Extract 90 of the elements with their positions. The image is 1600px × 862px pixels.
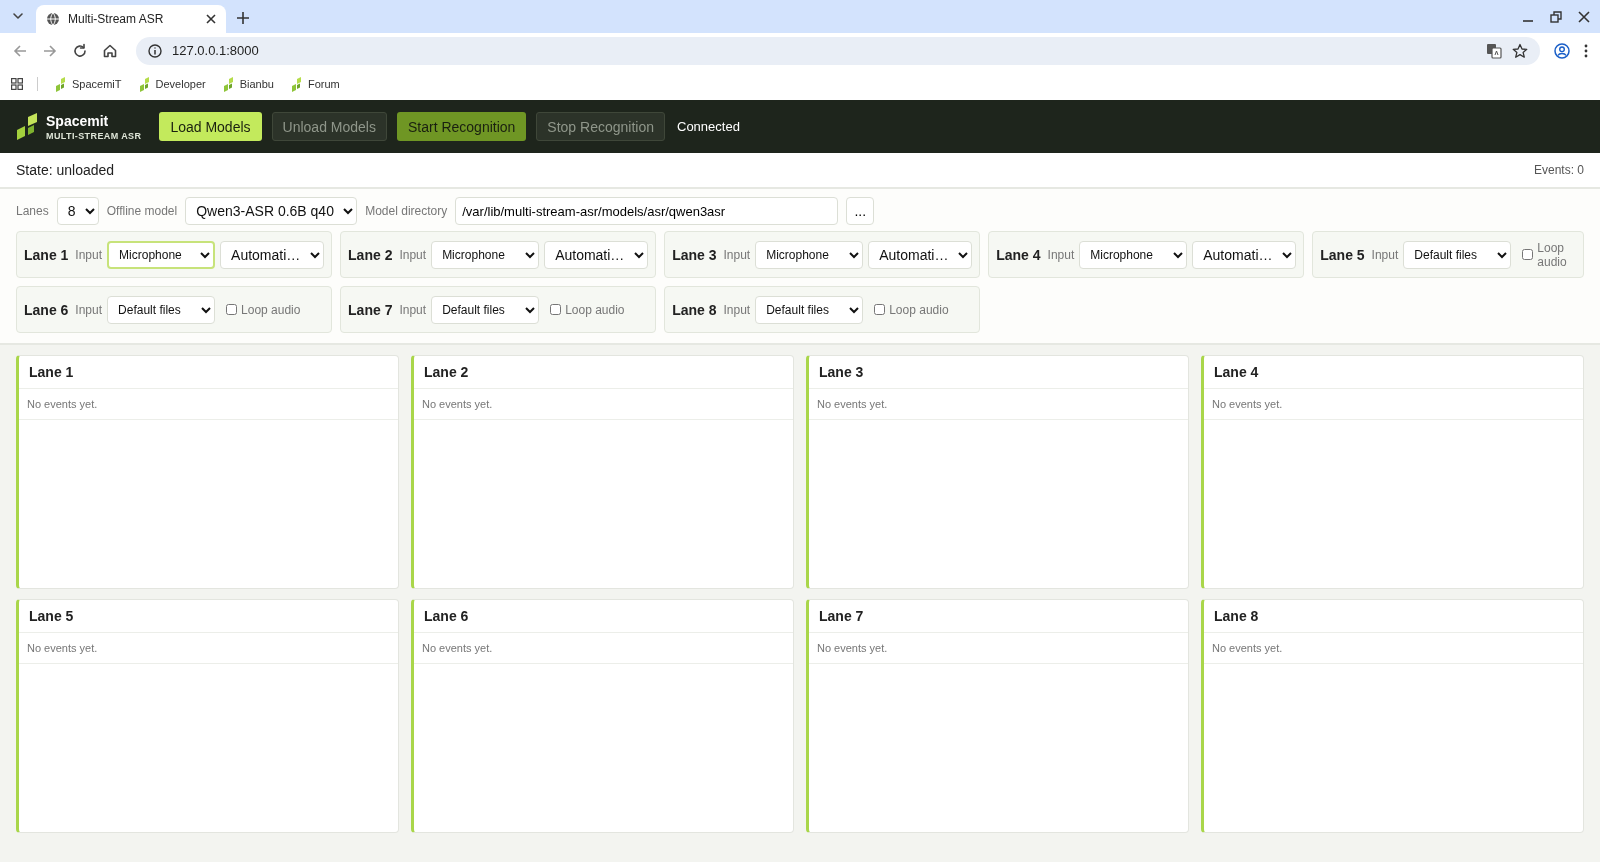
- field-label: Input: [1047, 247, 1075, 262]
- checkbox-label: Loop audio: [1537, 240, 1568, 269]
- header-button[interactable]: Start Recognition: [396, 112, 527, 141]
- loop-checkbox[interactable]: [874, 304, 886, 315]
- reload-icon[interactable]: [72, 42, 88, 59]
- state-text: State: unloaded: [16, 162, 115, 178]
- info-icon[interactable]: [148, 43, 162, 58]
- input-select[interactable]: Microphone: [1079, 240, 1188, 269]
- input-select[interactable]: Default files: [1403, 240, 1512, 269]
- empty-message: No events yet.: [809, 633, 1188, 664]
- globe-icon: [46, 12, 60, 26]
- lane-title: Lane 5: [19, 600, 398, 633]
- translate-icon[interactable]: [1486, 42, 1502, 59]
- new-tab-icon[interactable]: [236, 11, 250, 25]
- loop-checkbox[interactable]: [1522, 249, 1534, 260]
- empty-message: No events yet.: [809, 389, 1188, 420]
- input-select[interactable]: Default files: [107, 295, 216, 324]
- address-field[interactable]: 127.0.0.1:8000: [136, 36, 1540, 65]
- lane-name: Lane 3: [672, 246, 717, 263]
- field-label: Input: [723, 247, 751, 262]
- field-label: Input: [399, 302, 427, 317]
- star-icon[interactable]: [1512, 42, 1528, 59]
- lane-name: Lane 1: [24, 246, 69, 263]
- input-select[interactable]: Microphone: [107, 240, 216, 269]
- bookmark[interactable]: SpacemiT: [52, 76, 122, 92]
- lane-name: Lane 5: [1320, 246, 1365, 263]
- url-text: 127.0.0.1:8000: [172, 43, 259, 58]
- lane-name: Lane 6: [24, 301, 69, 318]
- brand-name: Spacemit: [46, 112, 110, 129]
- lane-title: Lane 3: [809, 356, 1188, 389]
- empty-message: No events yet.: [1204, 633, 1583, 664]
- field-label: Input: [75, 302, 103, 317]
- field-label: Input: [399, 247, 427, 262]
- checkbox-label: Loop audio: [889, 302, 949, 317]
- lane-title: Lane 6: [414, 600, 793, 633]
- field-label: Input: [723, 302, 751, 317]
- lane-title: Lane 2: [414, 356, 793, 389]
- tab-title: Multi-Stream ASR: [68, 12, 165, 26]
- home-icon[interactable]: [102, 42, 118, 59]
- bookmark[interactable]: Bianbu: [219, 76, 274, 92]
- brand-subtitle: MULTI-STREAM ASR: [46, 130, 142, 141]
- forward-icon[interactable]: [42, 42, 58, 59]
- directory-field[interactable]: /var/lib/multi-stream-asr/models/asr/qwen3asr: [455, 197, 839, 225]
- lane-name: Lane 7: [348, 301, 393, 318]
- back-icon[interactable]: [12, 42, 28, 59]
- apps-grid-icon[interactable]: [11, 78, 23, 90]
- lane-title: Lane 8: [1204, 600, 1583, 633]
- input-select[interactable]: Default files: [431, 295, 540, 324]
- lane-title: Lane 7: [809, 600, 1188, 633]
- bookmark[interactable]: Developer: [135, 76, 206, 92]
- empty-message: No events yet.: [19, 633, 398, 664]
- mode-select[interactable]: Automati…: [1192, 240, 1297, 269]
- mode-select[interactable]: Automati…: [220, 240, 325, 269]
- events-count: Events: 0: [1533, 163, 1584, 177]
- browse-button[interactable]: ...: [846, 197, 875, 225]
- checkbox-label: Loop audio: [241, 302, 301, 317]
- loop-checkbox[interactable]: [226, 304, 238, 315]
- header-button[interactable]: Load Models: [159, 112, 262, 141]
- field-label: Input: [1371, 247, 1399, 262]
- input-select[interactable]: Default files: [755, 295, 864, 324]
- close-icon[interactable]: [1578, 11, 1590, 23]
- input-select[interactable]: Microphone: [755, 240, 864, 269]
- bookmark[interactable]: Forum: [287, 76, 340, 92]
- model-select[interactable]: Qwen3-ASR 0.6B q40: [185, 197, 358, 225]
- lane-name: Lane 8: [672, 301, 717, 318]
- field-label: Offline model: [106, 204, 178, 218]
- lane-title: Lane 1: [19, 356, 398, 389]
- mode-select[interactable]: Automati…: [544, 240, 649, 269]
- profile-icon[interactable]: [1554, 42, 1570, 59]
- lane-name: Lane 2: [348, 246, 393, 263]
- field-label: Lanes: [16, 204, 49, 218]
- empty-message: No events yet.: [19, 389, 398, 420]
- close-icon[interactable]: [206, 14, 216, 24]
- field-label: Input: [75, 247, 103, 262]
- menu-icon[interactable]: [1584, 42, 1588, 59]
- lane-title: Lane 4: [1204, 356, 1583, 389]
- field-label: Model directory: [365, 204, 448, 218]
- connection-status: Connected: [677, 119, 740, 134]
- lane-name: Lane 4: [996, 246, 1041, 263]
- mode-select[interactable]: Automati…: [868, 240, 973, 269]
- browser-tab[interactable]: Multi-Stream ASR: [36, 5, 226, 33]
- loop-checkbox[interactable]: [550, 304, 562, 315]
- lanes-select[interactable]: 8: [56, 197, 99, 225]
- empty-message: No events yet.: [1204, 389, 1583, 420]
- restore-icon[interactable]: [1550, 11, 1562, 23]
- empty-message: No events yet.: [414, 389, 793, 420]
- input-select[interactable]: Microphone: [431, 240, 540, 269]
- empty-message: No events yet.: [414, 633, 793, 664]
- checkbox-label: Loop audio: [565, 302, 625, 317]
- logo-icon: [16, 112, 40, 141]
